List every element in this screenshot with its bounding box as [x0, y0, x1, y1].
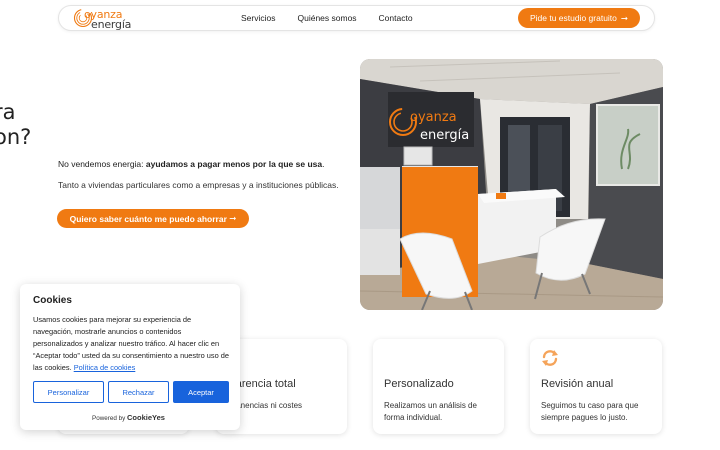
feature-title: Revisión anual [541, 378, 614, 390]
nav-quienes-somos[interactable]: Quiénes somos [297, 13, 356, 23]
cookie-reject-button[interactable]: Rechazar [108, 381, 169, 403]
nav-contacto[interactable]: Contacto [379, 13, 413, 23]
powered-by-text: Powered by [92, 415, 126, 422]
top-navbar: oyanza energía Servicios Quiénes somos C… [58, 5, 655, 31]
cookie-title: Cookies [33, 295, 72, 306]
feature-desc-line1: Realizamos un análisis de [384, 401, 477, 410]
nav-servicios[interactable]: Servicios [241, 13, 275, 23]
savings-cta-button[interactable]: Quiero saber cuánto me puedo ahorrar ➞ [57, 209, 249, 228]
photo-sign-line2: energía [420, 128, 469, 143]
hero-heading-line2: on? [0, 125, 32, 149]
hero-lead-prefix: No vendemos energia: [58, 159, 146, 169]
cookie-customize-button[interactable]: Personalizar [33, 381, 104, 403]
feature-desc-line1: Seguimos tu caso para que [541, 401, 639, 410]
hero-subtext: Tanto a viviendas particulares como a em… [58, 180, 339, 190]
free-study-label: Pide tu estudio gratuito [529, 13, 617, 23]
cookie-consent-banner: Cookies Usamos cookies para mejorar su e… [20, 284, 240, 430]
page: oyanza energía Servicios Quiénes somos C… [0, 0, 720, 450]
hero-heading-line1: ra [0, 100, 16, 124]
hero-lead-suffix: . [322, 159, 325, 169]
office-photo-illustration: oyanza energía [360, 59, 663, 310]
feature-card-personalized: Personalizado Realizamos un análisis de … [373, 339, 504, 434]
feature-desc: Realizamos un análisis de forma individu… [384, 400, 477, 424]
cookie-body: Usamos cookies para mejorar su experienc… [33, 314, 233, 374]
main-nav: Servicios Quiénes somos Contacto [241, 13, 413, 23]
photo-sign-line1: oyanza [410, 110, 457, 125]
refresh-icon [542, 350, 558, 366]
cookie-accept-button[interactable]: Aceptar [173, 381, 229, 403]
feature-desc: Seguimos tu caso para que siempre pagues… [541, 400, 638, 424]
feature-title: Personalizado [384, 378, 454, 390]
hero-lead: No vendemos energia: ayudamos a pagar me… [58, 159, 324, 169]
feature-desc-line2: forma individual. [384, 413, 443, 422]
cookieyes-logo: CookieYes [127, 413, 165, 422]
savings-cta-label: Quiero saber cuánto me puedo ahorrar [69, 213, 227, 224]
feature-card-annual-review: Revisión anual Seguimos tu caso para que… [530, 339, 662, 434]
cookie-buttons: Personalizar Rechazar Aceptar [33, 381, 229, 403]
arrow-right-icon: ➞ [229, 213, 237, 223]
hero-lead-bold: ayudamos a pagar menos por la que se usa [145, 159, 323, 169]
free-study-button[interactable]: Pide tu estudio gratuito ➞ [518, 8, 640, 28]
site-logo[interactable]: oyanza energía [73, 7, 133, 31]
cookie-policy-link[interactable]: Política de cookies [74, 363, 136, 372]
feature-desc-line2: siempre pagues lo justo. [541, 413, 628, 422]
arrow-right-icon: ➞ [620, 12, 629, 23]
office-photo: oyanza energía [360, 59, 663, 310]
hero-heading: ra on? [0, 100, 31, 150]
logo-text-energia: energía [91, 18, 132, 31]
cookieyes-powered-by[interactable]: Powered by CookieYes [92, 413, 165, 422]
